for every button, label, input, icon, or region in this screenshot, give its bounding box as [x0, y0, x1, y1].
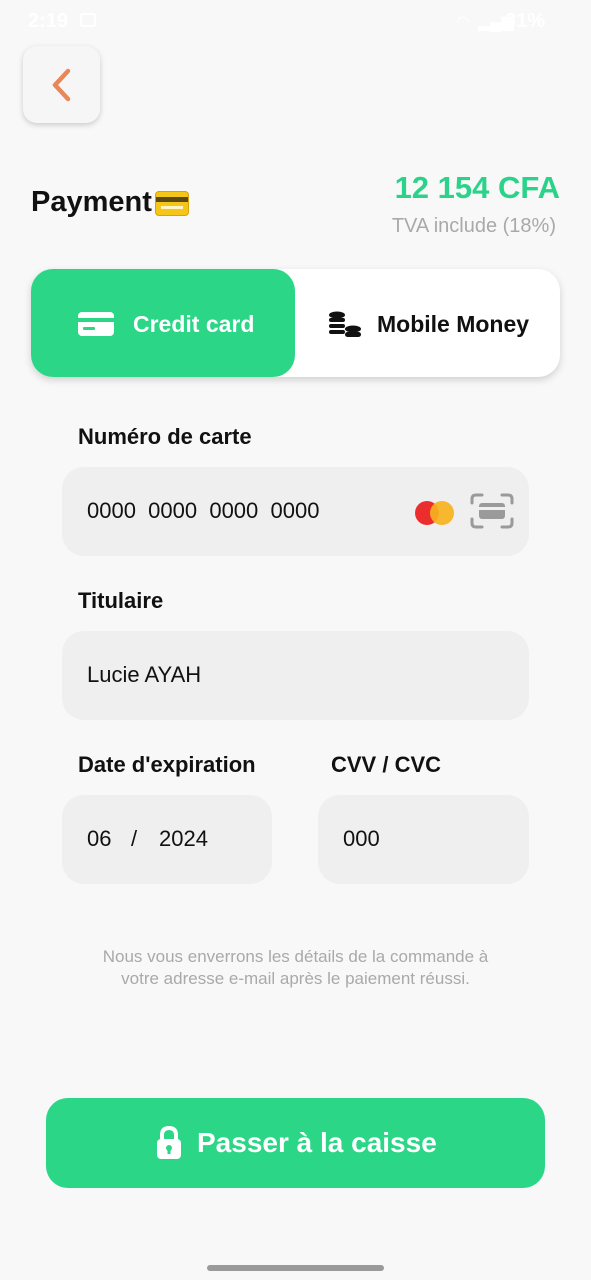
- tab-mobile-money-label: Mobile Money: [377, 311, 530, 337]
- credit-card-emoji-icon: [155, 191, 189, 216]
- cvv-value: 000: [343, 826, 380, 851]
- page-title: Payment: [31, 186, 152, 218]
- holder-label: Titulaire: [78, 588, 164, 613]
- cvv-label: CVV / CVC: [331, 752, 442, 777]
- checkout-button[interactable]: Passer à la caisse: [46, 1098, 545, 1188]
- expiry-label: Date d'expiration: [78, 752, 256, 777]
- chevron-left-icon: [52, 68, 70, 101]
- tab-mobile-money[interactable]: Mobile Money: [295, 269, 560, 377]
- home-indicator[interactable]: [207, 1265, 384, 1271]
- battery-level: 31%: [505, 10, 546, 32]
- wifi-icon: ◠: [456, 14, 470, 31]
- expiry-year: 2024: [159, 826, 208, 851]
- card-number-field[interactable]: 0000 0000 0000 0000: [62, 467, 529, 556]
- back-button[interactable]: [23, 46, 100, 123]
- holder-field[interactable]: Lucie AYAH: [62, 631, 529, 720]
- gallery-notification-icon: [80, 13, 96, 27]
- card-number-value: 0000 0000 0000 0000: [87, 498, 320, 523]
- confirmation-note-line2: votre adresse e-mail après le paiement r…: [121, 969, 470, 988]
- status-time: 2:19: [28, 10, 69, 32]
- cvv-field[interactable]: 000: [318, 795, 529, 884]
- payment-method-tabs: Credit card Mobile Money: [31, 269, 560, 377]
- card-number-label: Numéro de carte: [78, 424, 252, 449]
- expiry-field[interactable]: 06 / 2024: [62, 795, 272, 884]
- mastercard-icon: [415, 501, 454, 525]
- confirmation-note: Nous vous enverrons les détails de la co…: [70, 946, 521, 990]
- confirmation-note-line1: Nous vous enverrons les détails de la co…: [102, 947, 489, 966]
- payment-screen: 2:19 ◠ ▂▄▆ 31% Payment 12 154 CFA TVA in…: [0, 0, 591, 1280]
- expiry-month: 06: [87, 826, 112, 851]
- credit-card-icon: [77, 311, 115, 343]
- tab-credit-card-label: Credit card: [133, 311, 255, 337]
- lock-icon: [155, 1125, 183, 1167]
- tab-credit-card[interactable]: Credit card: [31, 269, 295, 377]
- tax-note: TVA include (18%): [391, 215, 556, 237]
- checkout-button-label: Passer à la caisse: [197, 1127, 437, 1158]
- coins-icon: [328, 311, 362, 345]
- status-bar: 2:19 ◠ ▂▄▆ 31%: [0, 0, 591, 44]
- scan-card-icon[interactable]: [470, 493, 514, 534]
- total-amount: 12 154 CFA: [394, 170, 560, 205]
- expiry-separator: /: [131, 826, 138, 851]
- holder-value: Lucie AYAH: [87, 662, 202, 687]
